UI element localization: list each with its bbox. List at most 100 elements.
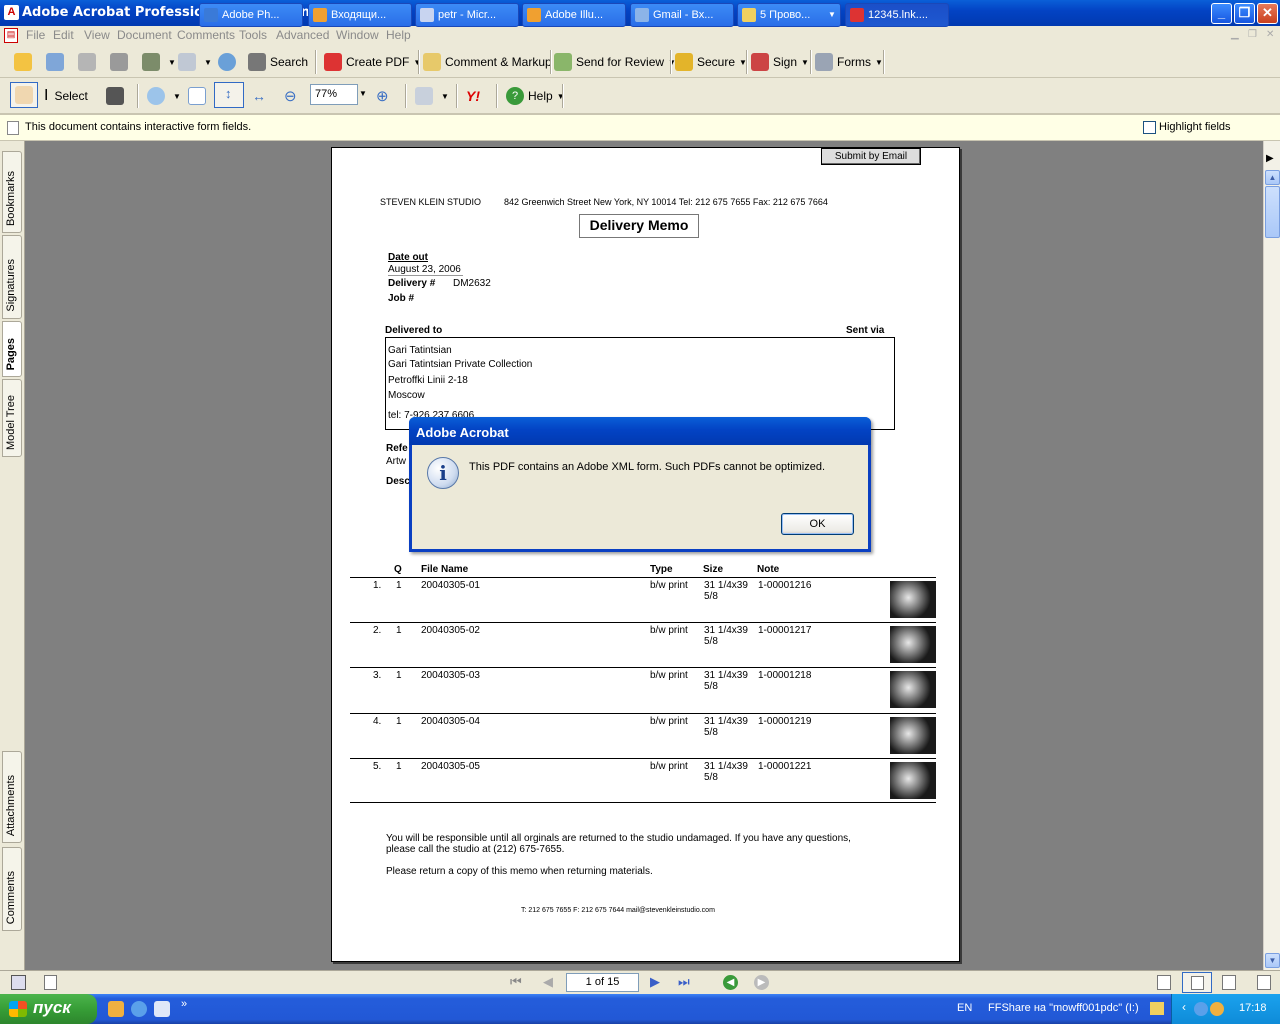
- tab-comments[interactable]: Comments: [2, 847, 22, 931]
- menu-tools[interactable]: Tools: [239, 28, 267, 42]
- secure-button[interactable]: Secure ▼: [675, 51, 747, 73]
- fit-page-button[interactable]: ↕: [214, 82, 244, 108]
- tab-model-tree[interactable]: Model Tree: [2, 379, 22, 457]
- sign-label: Sign: [773, 55, 798, 69]
- task-acrobat[interactable]: 12345.lnk....: [845, 3, 949, 27]
- highlight-fields-checkbox[interactable]: [1143, 121, 1156, 134]
- select-tool-button[interactable]: I Select: [44, 85, 88, 107]
- recipient-line: Petroffki Linii 2-18: [388, 375, 468, 386]
- language-indicator[interactable]: EN: [957, 1002, 972, 1014]
- menu-document[interactable]: Document: [117, 28, 172, 42]
- pdf-page[interactable]: Submit by Email STEVEN KLEIN STUDIO 842 …: [331, 147, 960, 962]
- fit-width-button[interactable]: ↔: [252, 85, 266, 107]
- forms-button[interactable]: Forms ▼: [815, 51, 883, 73]
- actual-size-button[interactable]: [188, 85, 210, 107]
- maximize-button[interactable]: ❐: [1234, 3, 1255, 24]
- go-forward-icon[interactable]: ▶: [754, 975, 769, 990]
- delivery-field[interactable]: DM2632: [453, 278, 491, 289]
- zoom-input[interactable]: 77%: [310, 84, 358, 105]
- rotate-button[interactable]: ▼: [415, 85, 449, 107]
- doc-close-icon[interactable]: ✕: [1266, 29, 1274, 40]
- zoom-dropdown-icon[interactable]: ▼: [359, 89, 367, 98]
- send-review-button[interactable]: Send for Review ▼: [554, 51, 676, 73]
- quicklaunch-more-icon[interactable]: »: [181, 998, 187, 1010]
- facing-view-icon[interactable]: [1222, 975, 1236, 990]
- menu-file[interactable]: File: [26, 28, 45, 42]
- task-adobe-photoshop[interactable]: Adobe Ph...: [199, 3, 303, 27]
- tray-folder-icon[interactable]: [1150, 1002, 1164, 1015]
- page-size-icon[interactable]: [44, 975, 57, 990]
- zoom-out-icon: ⊖: [284, 88, 297, 105]
- print-button[interactable]: [110, 51, 132, 73]
- menu-advanced[interactable]: Advanced: [276, 28, 329, 42]
- organizer-button[interactable]: [46, 51, 68, 73]
- task-word[interactable]: petr - Micr...: [415, 3, 519, 27]
- search-button[interactable]: Search: [248, 51, 308, 73]
- email-button[interactable]: [218, 51, 240, 73]
- zoom-out-button[interactable]: ⊖: [284, 85, 297, 107]
- previous-page-icon[interactable]: ◀: [543, 974, 553, 990]
- first-page-icon[interactable]: ⏮: [510, 974, 522, 990]
- task-illustrator[interactable]: Adobe Illu...: [522, 3, 626, 27]
- open-button[interactable]: [14, 51, 36, 73]
- vertical-scrollbar[interactable]: ▶ ▲ ▼: [1263, 141, 1280, 970]
- comment-markup-button[interactable]: Comment & Markup▼: [423, 51, 564, 73]
- create-pdf-icon: [324, 53, 342, 71]
- create-pdf-button[interactable]: Create PDF ▼: [324, 51, 421, 73]
- save-button[interactable]: [78, 51, 100, 73]
- menu-comments[interactable]: Comments: [177, 28, 235, 42]
- single-page-view-icon[interactable]: [1157, 975, 1171, 990]
- sign-button[interactable]: Sign ▼: [751, 51, 809, 73]
- row-size: 31 1/4x39: [704, 716, 748, 727]
- start-button[interactable]: пуск: [0, 994, 97, 1024]
- scroll-down-button[interactable]: ▼: [1265, 953, 1280, 968]
- tab-attachments-label: Attachments: [5, 774, 17, 836]
- next-page-icon[interactable]: ▶: [650, 974, 660, 990]
- expand-pane-icon[interactable]: ▶: [1266, 153, 1274, 164]
- menu-edit[interactable]: Edit: [53, 28, 74, 42]
- date-out-field[interactable]: August 23, 2006: [388, 264, 463, 276]
- tasks-button[interactable]: ▼: [142, 51, 176, 73]
- delivery-label: Delivery #: [388, 278, 436, 289]
- tray-network-icon[interactable]: [1194, 1002, 1208, 1016]
- task-gmail[interactable]: Gmail - Вх...: [630, 3, 734, 27]
- scroll-up-button[interactable]: ▲: [1265, 170, 1280, 185]
- task-inbox[interactable]: Входящи...: [308, 3, 412, 27]
- tab-pages[interactable]: Pages: [2, 321, 22, 377]
- minimize-button[interactable]: _: [1211, 3, 1232, 24]
- zoom-in-tool-button[interactable]: ▼: [147, 85, 181, 107]
- doc-minimize-icon[interactable]: ▁: [1231, 29, 1239, 40]
- continuous-view-button[interactable]: [1182, 972, 1212, 993]
- tab-attachments[interactable]: Attachments: [2, 751, 22, 843]
- pdf-doc-icon[interactable]: ▤: [4, 28, 18, 43]
- hand-tool-button[interactable]: [10, 82, 38, 108]
- tab-signatures[interactable]: Signatures: [2, 235, 22, 319]
- tray-expand-icon[interactable]: ‹: [1182, 1000, 1186, 1014]
- tab-bookmarks[interactable]: Bookmarks: [2, 151, 22, 233]
- close-button[interactable]: ✕: [1257, 3, 1278, 24]
- page-number-input[interactable]: 1 of 15: [566, 973, 639, 992]
- ok-button[interactable]: OK: [781, 513, 854, 535]
- menu-help[interactable]: Help: [386, 28, 411, 42]
- quicklaunch-app-icon[interactable]: [154, 1001, 170, 1017]
- doc-restore-icon[interactable]: ❐: [1248, 29, 1257, 40]
- menu-bar: ▤ File Edit View Document Comments Tools…: [0, 26, 1280, 46]
- snapshot-button[interactable]: [106, 85, 128, 107]
- quicklaunch-ie-icon[interactable]: [131, 1001, 147, 1017]
- yahoo-button[interactable]: Y!: [466, 85, 480, 107]
- attach-button[interactable]: ▼: [178, 51, 212, 73]
- menu-view[interactable]: View: [84, 28, 110, 42]
- continuous-facing-view-icon[interactable]: [1257, 975, 1271, 990]
- task-explorer[interactable]: 5 Прово... ▼: [737, 3, 841, 27]
- scroll-thumb[interactable]: [1265, 186, 1280, 238]
- quicklaunch-clock-icon[interactable]: [108, 1001, 124, 1017]
- help-button[interactable]: ? Help ▼: [506, 85, 565, 107]
- menu-window[interactable]: Window: [336, 28, 379, 42]
- zoom-in-button[interactable]: ⊕: [376, 85, 389, 107]
- last-page-icon[interactable]: ⏭: [678, 974, 690, 990]
- tray-app-icon[interactable]: [1210, 1002, 1224, 1016]
- go-back-icon[interactable]: ◀: [723, 975, 738, 990]
- show-nav-pane-icon[interactable]: [11, 975, 26, 990]
- submit-by-email-button[interactable]: Submit by Email: [821, 148, 921, 165]
- tab-signatures-label: Signatures: [5, 259, 17, 312]
